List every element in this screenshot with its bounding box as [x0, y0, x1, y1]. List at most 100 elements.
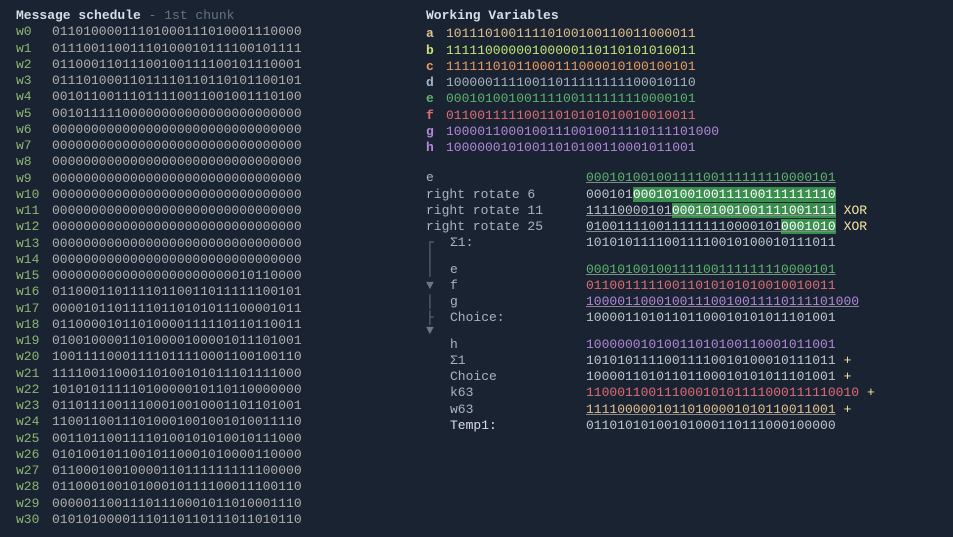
word-row: w1200000000000000000000000000000000 — [16, 219, 376, 235]
word-label: w10 — [16, 187, 52, 203]
plus-op-3: + — [867, 385, 875, 401]
t1-h-val: 10000001010011010100110001011001 — [586, 337, 836, 353]
msg-schedule-subtitle: - 1st chunk — [141, 8, 235, 23]
plus-op-1: + — [844, 353, 852, 369]
word-label: w13 — [16, 236, 52, 252]
word-label: w3 — [16, 73, 52, 89]
sigma1-val: 10101011110011110010100010111011 — [586, 235, 836, 251]
word-value: 00000000000000000000000000000000 — [52, 171, 302, 186]
choice-label: Choice: — [450, 310, 586, 326]
word-row: w201100011011100100111100101110001 — [16, 57, 376, 73]
word-value: 00000000000000000000000000000000 — [52, 219, 302, 234]
calc-block: e 00010100100111100111111110000101 right… — [426, 170, 937, 434]
t1-k-label: k63 — [450, 385, 586, 401]
word-label: w15 — [16, 268, 52, 284]
var-label: h — [426, 140, 446, 156]
var-row: e00010100100111100111111110000101 — [426, 91, 937, 107]
rr25-label: right rotate 25 — [426, 219, 586, 235]
word-label: w0 — [16, 24, 52, 40]
rr6-label: right rotate 6 — [426, 187, 586, 203]
word-row: w800000000000000000000000000000000 — [16, 154, 376, 170]
word-row: w2601010010110010110001010000110000 — [16, 447, 376, 463]
temp1-label: Temp1: — [450, 418, 586, 434]
word-value: 01110100011011110110110101100101 — [52, 73, 302, 88]
calc-e-val: 00010100100111100111111110000101 — [586, 170, 836, 186]
choice-g-label: g — [450, 294, 586, 310]
var-row: c11111101011000111000010100100101 — [426, 59, 937, 75]
word-value: 11110011000110100101011101111000 — [52, 366, 302, 381]
word-row: w600000000000000000000000000000000 — [16, 122, 376, 138]
word-value: 00000000000000000000000000000000 — [52, 138, 302, 153]
word-label: w18 — [16, 317, 52, 333]
word-row: w1801100001011010000111110110110011 — [16, 317, 376, 333]
word-label: w24 — [16, 414, 52, 430]
word-label: w28 — [16, 479, 52, 495]
arrow-down-icon: ▼ — [426, 278, 450, 294]
word-row: w1500000000000000000000000010110000 — [16, 268, 376, 284]
word-label: w16 — [16, 284, 52, 300]
word-value: 01100010010000110111111111100000 — [52, 463, 302, 478]
word-value: 01100010010100010111100011100110 — [52, 479, 302, 494]
rr11-val: 11110000101000101001001111001111 — [586, 203, 836, 219]
word-row: w500101111100000000000000000000000 — [16, 106, 376, 122]
word-value: 01101000011101000111010001110000 — [52, 24, 302, 39]
var-value: 11111101011000111000010100100101 — [446, 59, 696, 74]
word-label: w22 — [16, 382, 52, 398]
word-label: w1 — [16, 41, 52, 57]
t1-choice-val: 10000110101101100010101011101001 — [586, 369, 836, 385]
var-value: 10000001010011010100110001011001 — [446, 140, 696, 155]
word-label: w7 — [16, 138, 52, 154]
plus-op-4: + — [844, 402, 852, 418]
var-row: g10000110001001110010011110111101000 — [426, 124, 937, 140]
var-value: 01100111110011010101010010010011 — [446, 108, 696, 123]
t1-w-label: w63 — [450, 402, 586, 418]
word-value: 00000000000000000000000000000000 — [52, 154, 302, 169]
word-row: w2411001100111010001001001010011110 — [16, 414, 376, 430]
word-label: w19 — [16, 333, 52, 349]
word-value: 01010100001110110110111011010110 — [52, 512, 302, 527]
t1-s1-label: Σ1 — [450, 353, 586, 369]
word-value: 11001100111010001001001010011110 — [52, 414, 302, 429]
word-value: 00101100111011110011001001110100 — [52, 89, 302, 104]
word-row: w2111110011000110100101011101111000 — [16, 366, 376, 382]
word-value: 00000000000000000000000000000000 — [52, 236, 302, 251]
plus-op-2: + — [844, 369, 852, 385]
msg-schedule-title: Message schedule — [16, 8, 141, 23]
word-value: 01100001011010000111110110110011 — [52, 317, 302, 332]
var-label: b — [426, 43, 446, 59]
choice-val: 10000110101101100010101011101001 — [586, 310, 836, 326]
var-row: f01100111110011010101010010010011 — [426, 108, 937, 124]
arrow-down-icon: ▼ — [426, 323, 450, 339]
rr25-val: 01001111001111111100001010001010 — [586, 219, 836, 235]
word-label: w9 — [16, 171, 52, 187]
word-label: w26 — [16, 447, 52, 463]
word-row: w2210101011111010000010110110000000 — [16, 382, 376, 398]
word-value: 00001011011110110101011100001011 — [52, 301, 302, 316]
word-row: w400101100111011110011001001110100 — [16, 89, 376, 105]
var-value: 00010100100111100111111110000101 — [446, 91, 696, 106]
t1-k-val: 11000110011100010101111000111110010 — [586, 385, 859, 401]
word-label: w14 — [16, 252, 52, 268]
word-label: w11 — [16, 203, 52, 219]
var-label: e — [426, 91, 446, 107]
word-row: w1601100011011110110011011111100101 — [16, 284, 376, 300]
word-label: w30 — [16, 512, 52, 528]
xor-op-1: XOR — [844, 203, 867, 219]
word-row: w2900000110011101110001011010001110 — [16, 496, 376, 512]
var-row: h10000001010011010100110001011001 — [426, 140, 937, 156]
word-row: w1700001011011110110101011100001011 — [16, 301, 376, 317]
var-label: c — [426, 59, 446, 75]
word-row: w1901001000011010000100001011101001 — [16, 333, 376, 349]
word-value: 00101111100000000000000000000000 — [52, 106, 302, 121]
word-row: w001101000011101000111010001110000 — [16, 24, 376, 40]
word-row: w3001010100001110110110111011010110 — [16, 512, 376, 528]
rr6-val: 00010100010100100111100111111110 — [586, 187, 836, 203]
var-row: d10000011110011011111111100010110 — [426, 75, 937, 91]
calc-e-label: e — [426, 170, 586, 186]
word-label: w8 — [16, 154, 52, 170]
t1-h-label: h — [450, 337, 586, 353]
word-row: w2010011110001111011110001100100110 — [16, 349, 376, 365]
choice-e-label: e — [450, 262, 586, 278]
rr11-label: right rotate 11 — [426, 203, 586, 219]
t1-w-val: 11110000010110100001010110011001 — [586, 402, 836, 418]
